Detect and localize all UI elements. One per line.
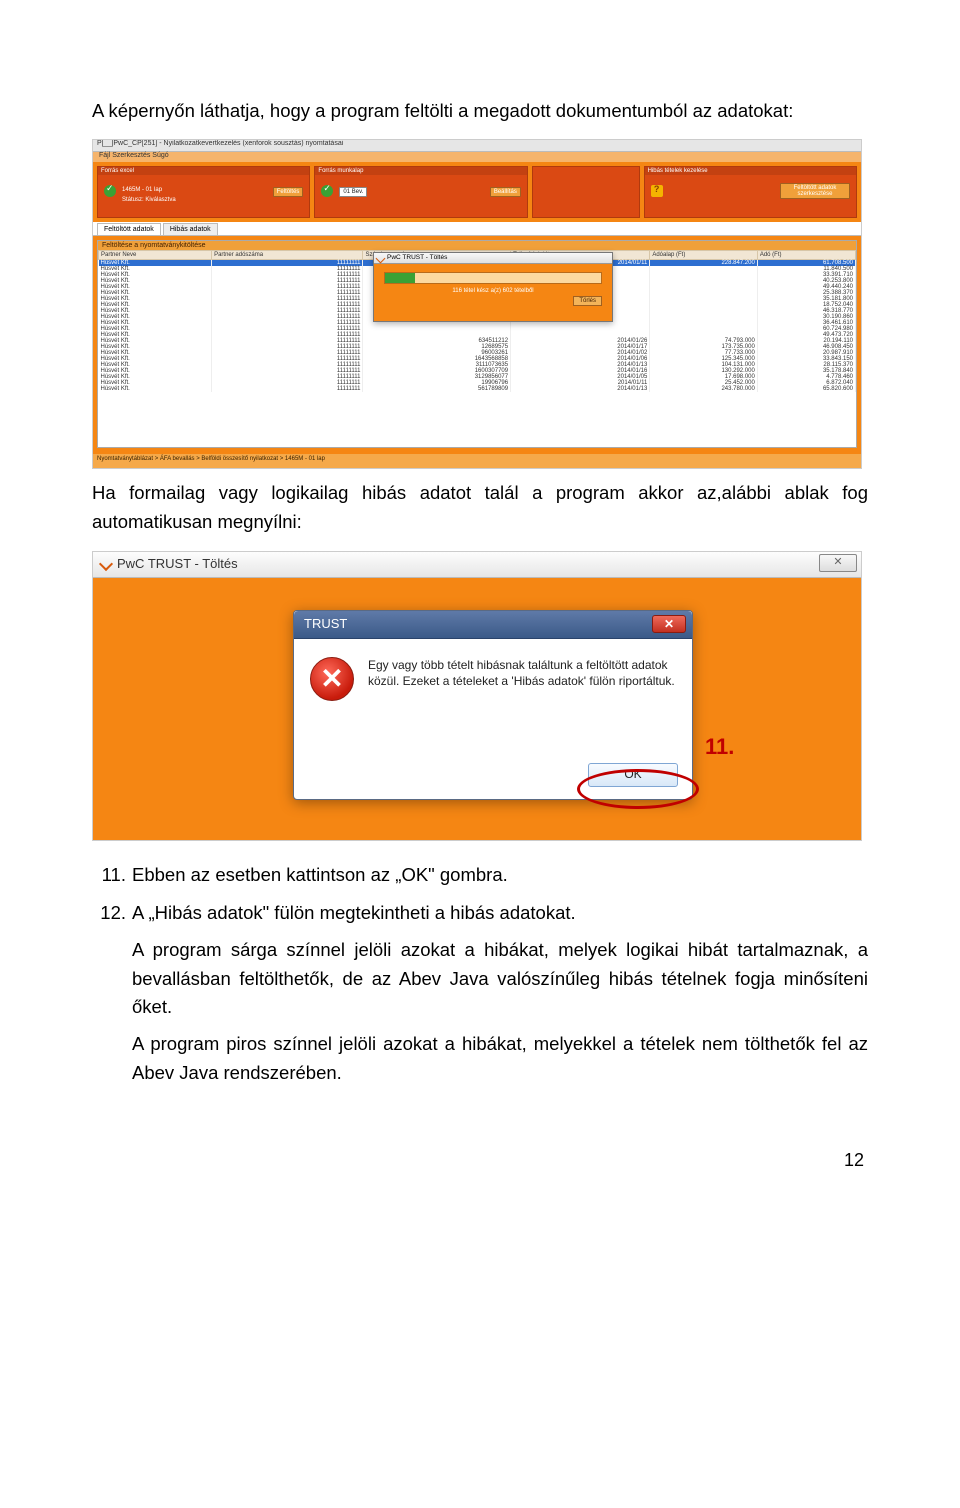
progress-dialog: PwC TRUST - Töltés Törlés 116 tétel kész… xyxy=(373,252,613,322)
column-header: Adóalap (Ft) xyxy=(650,251,758,260)
edit-uploaded-button[interactable]: Feltöltött adatok szerkesztése xyxy=(780,183,850,199)
panel-line1: 1465M - 01 lap xyxy=(122,187,162,193)
modal-close-button[interactable]: ✕ xyxy=(652,615,686,633)
table-cell: Húsvét Kft. xyxy=(99,386,212,392)
panel-header: Forrás munkalap xyxy=(315,167,526,175)
pwc-logo: pwc xyxy=(101,429,122,440)
table-cell: 2014/01/13 xyxy=(511,386,650,392)
check-icon xyxy=(321,185,333,197)
arrow-icon xyxy=(376,253,386,263)
panel-header: Hibás tételek kezelése xyxy=(645,167,856,175)
window-titlebar: P[__]PwC_CP[251] - Nyilatkozatkevertkeze… xyxy=(93,140,861,152)
intro2-text: Ha formailag vagy logikailag hibás adato… xyxy=(92,479,868,536)
error-icon: ✕ xyxy=(310,657,354,701)
intro-text: A képernyőn láthatja, hogy a program fel… xyxy=(92,97,868,126)
table-cell: 561789809 xyxy=(363,386,511,392)
panel-error-handling: Hibás tételek kezelése ? Feltöltött adat… xyxy=(644,166,857,218)
step-12-note-red: A program piros színnel jelöli azokat a … xyxy=(132,1030,868,1087)
table-cell: 243.780.000 xyxy=(650,386,758,392)
check-icon xyxy=(104,185,116,197)
panel-header: Forrás excel xyxy=(98,167,309,175)
progress-cancel-button[interactable]: Törlés xyxy=(573,296,602,306)
callout-number: 11. xyxy=(705,730,734,764)
step-11-text: Ebben az esetben kattintson az „OK" gomb… xyxy=(132,864,508,885)
step-12-text: A „Hibás adatok" fülön megtekintheti a h… xyxy=(132,902,576,923)
status-bar: Nyomtatványtáblázat > ÁFA bevallás > Bel… xyxy=(93,454,861,468)
step-12-note-yellow: A program sárga színnel jelöli azokat a … xyxy=(132,936,868,1022)
panel-blank xyxy=(532,166,640,218)
progress-title: PwC TRUST - Töltés xyxy=(387,255,447,262)
screenshot-data-upload: P[__]PwC_CP[251] - Nyilatkozatkevertkeze… xyxy=(92,139,862,469)
column-header: Partner adószáma xyxy=(212,251,363,260)
panel-source-sheet: Forrás munkalap 01 Bev. Beállítás xyxy=(314,166,527,218)
screenshot-error-modal: PwC TRUST - Töltés ✕ TRUST ✕ ✕ Egy vagy … xyxy=(92,551,862,841)
column-header: Partner Neve xyxy=(99,251,212,260)
upload-button[interactable]: Feltöltés xyxy=(273,187,304,197)
question-icon: ? xyxy=(651,185,663,197)
inner-header: Feltöltése a nyomtatványkitöltése xyxy=(98,241,856,250)
panel-source-excel: Forrás excel 1465M - 01 lap Státusz: Kiv… xyxy=(97,166,310,218)
window-close-button[interactable]: ✕ xyxy=(819,554,857,572)
sheet-value: 01 Bev. xyxy=(339,187,367,197)
modal-message: Egy vagy több tételt hibásnak találtunk … xyxy=(368,657,676,701)
column-header: Adó (Ft) xyxy=(757,251,855,260)
table-cell: 11111111 xyxy=(212,386,363,392)
step-11: Ebben az esetben kattintson az „OK" gomb… xyxy=(132,861,868,890)
progress-bar xyxy=(384,272,602,284)
step-12: A „Hibás adatok" fülön megtekintheti a h… xyxy=(132,899,868,1087)
arrow-icon xyxy=(99,557,113,571)
callout-ring xyxy=(577,769,699,809)
tab-error-data[interactable]: Hibás adatok xyxy=(163,223,218,235)
table-cell: 65.820.600 xyxy=(757,386,855,392)
window-title: PwC TRUST - Töltés xyxy=(117,554,238,574)
panel-line2: Státusz: Kiválasztva xyxy=(122,197,176,203)
tab-uploaded-data[interactable]: Feltöltött adatok xyxy=(97,223,161,235)
modal-title: TRUST xyxy=(304,614,347,634)
progress-text: 116 tétel kész a(z) 602 tételből xyxy=(374,288,612,294)
table-row[interactable]: Húsvét Kft.111111115617898092014/01/1324… xyxy=(99,386,856,392)
page-number: 12 xyxy=(92,1147,868,1175)
menu-bar[interactable]: Fájl Szerkesztés Súgó xyxy=(93,152,861,162)
settings-button[interactable]: Beállítás xyxy=(490,187,521,197)
